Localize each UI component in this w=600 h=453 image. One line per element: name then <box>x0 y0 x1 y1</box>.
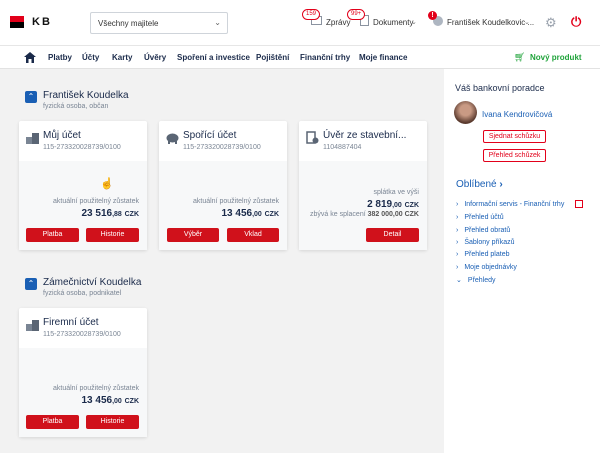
owner-type: fyzická osoba, občan <box>43 103 109 110</box>
top-bar: KB Všechny majitele ⌄ 159 Zprávy 99+ Dok… <box>0 0 600 45</box>
coins-icon <box>26 133 39 144</box>
balance-label: aktuální použitelný zůstatek <box>53 198 139 205</box>
nav-item-moje-finance[interactable]: Moje finance <box>359 53 407 62</box>
deposit-button[interactable]: Vklad <box>227 228 279 242</box>
sidebar: Váš bankovní poradce <box>444 69 600 453</box>
account-number: 115-273320028739/0100 <box>183 144 261 151</box>
balance-amount: 13 456,00 CZK <box>221 208 280 219</box>
meetings-overview-button[interactable]: Přehled schůzek <box>483 149 546 162</box>
messages-link[interactable]: Zprávy <box>326 18 350 27</box>
owner-type: fyzická osoba, podnikatel <box>43 290 122 297</box>
collapse-icon[interactable]: ⌃ <box>25 91 37 103</box>
coins-icon <box>26 320 39 331</box>
cart-icon[interactable]: 🛒︎ <box>514 52 525 63</box>
card-title[interactable]: Můj účet <box>43 130 81 141</box>
advisor-title: Váš bankovní poradce <box>455 83 545 93</box>
nav-item-platby[interactable]: Platby <box>48 53 72 62</box>
balance-amount: 13 456,00 CZK <box>81 395 140 406</box>
chevron-down-icon: ⌄ <box>214 18 221 27</box>
schedule-meeting-button[interactable]: Sjednat schůzku <box>483 130 546 143</box>
chevron-down-icon[interactable]: ⌄ <box>524 18 530 26</box>
favorite-item[interactable]: › Přehled plateb <box>456 251 510 258</box>
user-menu[interactable]: František Koudelkovic ... <box>447 18 534 27</box>
loan-card[interactable]: Úvěr ze stavební... 1104887404 splátka v… <box>299 121 427 250</box>
chevron-right-icon: › <box>456 251 459 258</box>
main-nav: Platby Účty Karty Úvěry Spoření a invest… <box>0 45 600 69</box>
nav-item-financni-trhy[interactable]: Finanční trhy <box>300 53 350 62</box>
favorite-item[interactable]: ⌄ Přehledy <box>456 276 496 284</box>
account-card[interactable]: Firemní účet 115-273320028739/0100 aktuá… <box>19 308 147 437</box>
favorite-item[interactable]: › Přehled obratů <box>456 227 510 234</box>
account-number: 115-273320028739/0100 <box>43 144 121 151</box>
chevron-right-icon: › <box>456 227 459 234</box>
home-icon[interactable] <box>24 52 36 63</box>
nav-item-sporeni[interactable]: Spoření a investice <box>177 53 250 62</box>
alert-icon: ! <box>428 11 437 20</box>
advisor-avatar <box>454 101 477 124</box>
card-title[interactable]: Firemní účet <box>43 317 99 328</box>
payment-button[interactable]: Platba <box>26 415 79 429</box>
piggy-bank-icon <box>166 133 179 144</box>
hand-cursor-icon: ☝ <box>100 178 114 190</box>
new-product-link[interactable]: Nový produkt <box>530 53 582 62</box>
messages-count-badge: 159 <box>302 9 321 20</box>
installment-label: splátka ve výši <box>373 189 419 196</box>
nav-item-uvery[interactable]: Úvěry <box>144 53 166 62</box>
card-title[interactable]: Spořící účet <box>183 130 236 141</box>
account-number: 115-273320028739/0100 <box>43 331 121 338</box>
installment-amount: 2 819,00 CZK <box>367 199 419 210</box>
favorite-item[interactable]: › Šablony příkazů <box>456 239 515 246</box>
card-title[interactable]: Úvěr ze stavební... <box>323 130 406 141</box>
advisor-name[interactable]: Ivana Kendrovičová <box>482 110 552 119</box>
kb-logo[interactable]: KB <box>10 16 76 28</box>
balance-label: aktuální použitelný zůstatek <box>193 198 279 205</box>
nav-item-pojisteni[interactable]: Pojištění <box>256 53 289 62</box>
loan-icon <box>306 131 319 144</box>
owner-name: František Koudelka <box>43 90 129 101</box>
documents-count-badge: 99+ <box>347 9 366 20</box>
owner-select[interactable]: Všechny majitele ⌄ <box>90 12 228 34</box>
remaining-amount: zbývá ke splacení 382 000,00 CZK <box>310 211 419 218</box>
balance-label: aktuální použitelný zůstatek <box>53 385 139 392</box>
favorite-item[interactable]: › Moje objednávky <box>456 264 517 271</box>
payment-button[interactable]: Platba <box>26 228 79 242</box>
loan-number: 1104887404 <box>323 144 362 151</box>
documents-link[interactable]: Dokumenty <box>373 18 413 27</box>
collapse-icon[interactable]: ⌃ <box>25 278 37 290</box>
gear-icon[interactable]: ⚙ <box>545 15 557 31</box>
chevron-right-icon: › <box>456 214 459 221</box>
external-link-icon[interactable] <box>575 200 583 208</box>
chevron-right-icon: › <box>456 264 459 271</box>
owner-name: Zámečnictví Koudelka <box>43 277 142 288</box>
favorite-item[interactable]: › Přehled účtů <box>456 214 504 221</box>
favorites-title[interactable]: Oblíbené › <box>456 179 503 190</box>
balance-amount: 23 516,88 CZK <box>81 208 140 219</box>
chevron-right-icon: › <box>456 239 459 246</box>
nav-item-karty[interactable]: Karty <box>112 53 132 62</box>
withdraw-button[interactable]: Výběr <box>167 228 219 242</box>
detail-button[interactable]: Detail <box>366 228 419 242</box>
account-card[interactable]: Spořící účet 115-273320028739/0100 aktuá… <box>159 121 287 250</box>
account-card[interactable]: Můj účet 115-273320028739/0100 aktuální … <box>19 121 147 250</box>
chevron-down-icon[interactable]: ⌄ <box>411 18 417 26</box>
nav-item-ucty[interactable]: Účty <box>82 53 99 62</box>
chevron-right-icon: › <box>456 201 459 208</box>
history-button[interactable]: Historie <box>86 415 139 429</box>
favorite-item[interactable]: › Informační servis - Finanční trhy <box>456 201 564 208</box>
chevron-down-icon: ⌄ <box>456 277 462 284</box>
history-button[interactable]: Historie <box>86 228 139 242</box>
power-icon[interactable]: ⏻ <box>571 14 581 30</box>
